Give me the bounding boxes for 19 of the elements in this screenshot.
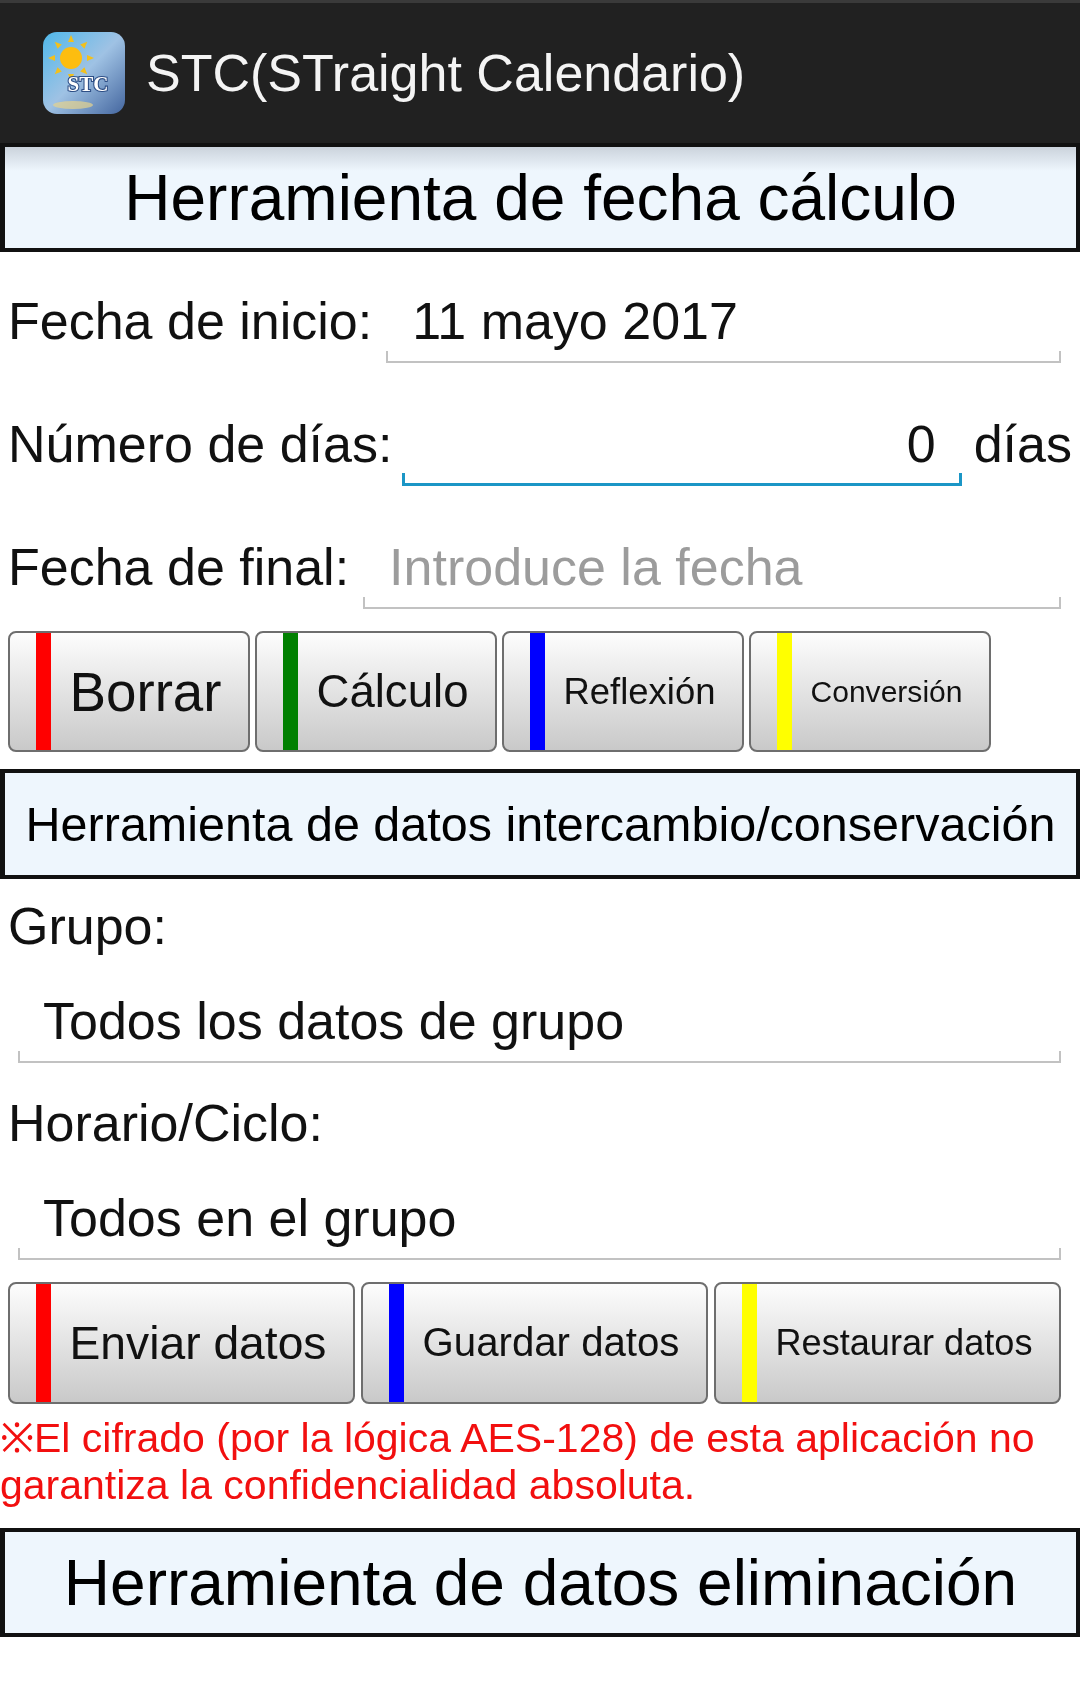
section-header: Herramienta de fecha cálculo bbox=[0, 143, 1080, 252]
app-title: STC(STraight Calendario) bbox=[146, 43, 746, 103]
action-button[interactable]: Guardar datos bbox=[361, 1282, 708, 1404]
field-label: Número de días: bbox=[8, 414, 393, 475]
action-button[interactable]: Borrar bbox=[8, 631, 250, 752]
field-label: Grupo: bbox=[8, 896, 168, 957]
field-label: Horario/Ciclo: bbox=[8, 1093, 324, 1154]
action-button[interactable]: Reflexión bbox=[502, 631, 744, 752]
action-button[interactable]: Cálculo bbox=[255, 631, 497, 752]
section-header: Herramienta de datos eliminación bbox=[0, 1528, 1080, 1637]
action-button[interactable]: Enviar datos bbox=[8, 1282, 355, 1404]
action-button[interactable]: Restaurar datos bbox=[714, 1282, 1061, 1404]
field-label: Fecha de final: bbox=[8, 537, 350, 598]
warning-note: ※El cifrado (por la lógica AES-128) de esta aplicación no garantiza la confidencialidad absoluta. bbox=[0, 1415, 1036, 1509]
app-logo: STC bbox=[43, 32, 125, 114]
action-button[interactable]: Conversión bbox=[749, 631, 991, 752]
section-header: Herramienta de datos intercambio/conservación bbox=[0, 769, 1080, 879]
unit-label: días bbox=[973, 414, 1072, 475]
field-label: Fecha de inicio: bbox=[8, 291, 373, 352]
